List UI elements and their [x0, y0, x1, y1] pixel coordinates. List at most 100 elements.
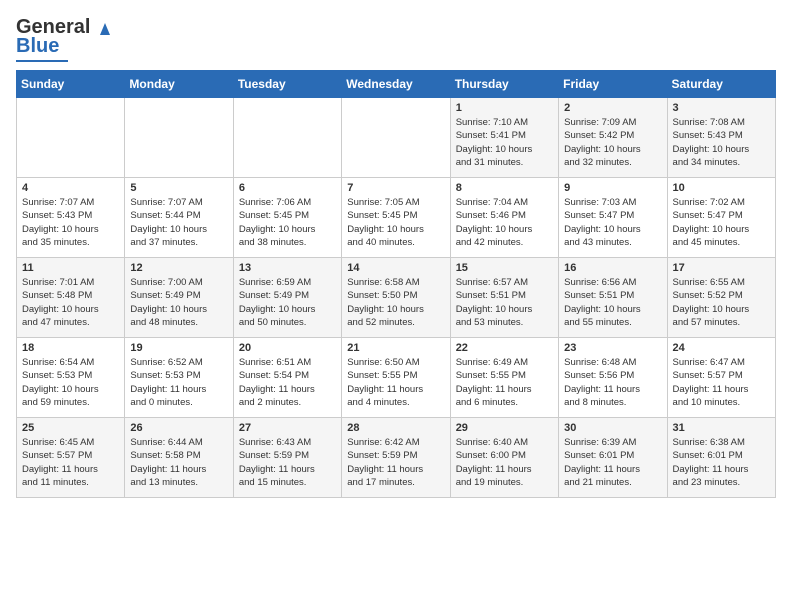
col-header-sunday: Sunday	[17, 71, 125, 98]
calendar-cell: 22Sunrise: 6:49 AM Sunset: 5:55 PM Dayli…	[450, 338, 558, 418]
day-info: Sunrise: 6:40 AM Sunset: 6:00 PM Dayligh…	[456, 436, 553, 489]
calendar-cell	[17, 98, 125, 178]
day-number: 4	[22, 182, 119, 194]
col-header-thursday: Thursday	[450, 71, 558, 98]
calendar-cell: 5 Sunrise: 7:07 AM Sunset: 5:44 PM Daylig…	[125, 178, 233, 258]
day-info: Sunrise: 6:54 AM Sunset: 5:53 PM Dayligh…	[22, 356, 119, 409]
day-number: 28	[347, 422, 444, 434]
day-info: Sunrise: 7:03 AM Sunset: 5:47 PM Dayligh…	[564, 196, 661, 249]
day-info: Sunrise: 6:45 AM Sunset: 5:57 PM Dayligh…	[22, 436, 119, 489]
day-number: 18	[22, 342, 119, 354]
day-number: 9	[564, 182, 661, 194]
calendar-cell: 16 Sunrise: 6:56 AM Sunset: 5:51 PM Dayli…	[559, 258, 667, 338]
day-info: Sunrise: 7:04 AM Sunset: 5:46 PM Dayligh…	[456, 196, 553, 249]
day-info: Sunrise: 6:56 AM Sunset: 5:51 PM Dayligh…	[564, 276, 661, 329]
day-info: Sunrise: 7:07 AM Sunset: 5:44 PM Dayligh…	[130, 196, 227, 249]
day-number: 11	[22, 262, 119, 274]
calendar-cell: 6 Sunrise: 7:06 AM Sunset: 5:45 PM Daylig…	[233, 178, 341, 258]
day-number: 17	[673, 262, 770, 274]
calendar-cell: 21 Sunrise: 6:50 AM Sunset: 5:55 PM Dayli…	[342, 338, 450, 418]
calendar-cell: 27 Sunrise: 6:43 AM Sunset: 5:59 PM Dayli…	[233, 418, 341, 498]
calendar-cell	[233, 98, 341, 178]
calendar-cell	[342, 98, 450, 178]
col-header-saturday: Saturday	[667, 71, 775, 98]
day-number: 12	[130, 262, 227, 274]
day-info: Sunrise: 7:01 AM Sunset: 5:48 PM Dayligh…	[22, 276, 119, 329]
logo-text-blue: Blue	[16, 35, 59, 58]
calendar-cell: 31 Sunrise: 6:38 AM Sunset: 6:01 PM Dayli…	[667, 418, 775, 498]
day-info: Sunrise: 7:05 AM Sunset: 5:45 PM Dayligh…	[347, 196, 444, 249]
calendar-cell: 11 Sunrise: 7:01 AM Sunset: 5:48 PM Dayli…	[17, 258, 125, 338]
calendar-cell: 1Sunrise: 7:10 AM Sunset: 5:41 PM Daylig…	[450, 98, 558, 178]
col-header-tuesday: Tuesday	[233, 71, 341, 98]
day-info: Sunrise: 6:59 AM Sunset: 5:49 PM Dayligh…	[239, 276, 336, 329]
day-info: Sunrise: 7:02 AM Sunset: 5:47 PM Dayligh…	[673, 196, 770, 249]
day-number: 29	[456, 422, 553, 434]
day-number: 25	[22, 422, 119, 434]
day-info: Sunrise: 6:42 AM Sunset: 5:59 PM Dayligh…	[347, 436, 444, 489]
day-number: 24	[673, 342, 770, 354]
day-number: 31	[673, 422, 770, 434]
calendar-cell: 4 Sunrise: 7:07 AM Sunset: 5:43 PM Daylig…	[17, 178, 125, 258]
day-number: 23	[564, 342, 661, 354]
day-number: 20	[239, 342, 336, 354]
calendar-cell: 15 Sunrise: 6:57 AM Sunset: 5:51 PM Dayli…	[450, 258, 558, 338]
day-info: Sunrise: 6:50 AM Sunset: 5:55 PM Dayligh…	[347, 356, 444, 409]
calendar-cell: 19 Sunrise: 6:52 AM Sunset: 5:53 PM Dayli…	[125, 338, 233, 418]
day-number: 27	[239, 422, 336, 434]
day-number: 14	[347, 262, 444, 274]
day-number: 10	[673, 182, 770, 194]
day-number: 16	[564, 262, 661, 274]
day-number: 2	[564, 102, 661, 114]
day-info: Sunrise: 6:47 AM Sunset: 5:57 PM Dayligh…	[673, 356, 770, 409]
day-info: Sunrise: 7:08 AM Sunset: 5:43 PM Dayligh…	[673, 116, 770, 169]
day-info: Sunrise: 6:38 AM Sunset: 6:01 PM Dayligh…	[673, 436, 770, 489]
day-info: Sunrise: 6:48 AM Sunset: 5:56 PM Dayligh…	[564, 356, 661, 409]
day-info: Sunrise: 6:44 AM Sunset: 5:58 PM Dayligh…	[130, 436, 227, 489]
day-info: Sunrise: 6:39 AM Sunset: 6:01 PM Dayligh…	[564, 436, 661, 489]
day-number: 3	[673, 102, 770, 114]
day-info: Sunrise: 7:06 AM Sunset: 5:45 PM Dayligh…	[239, 196, 336, 249]
col-header-wednesday: Wednesday	[342, 71, 450, 98]
calendar-cell: 23 Sunrise: 6:48 AM Sunset: 5:56 PM Dayli…	[559, 338, 667, 418]
calendar-cell: 29 Sunrise: 6:40 AM Sunset: 6:00 PM Dayli…	[450, 418, 558, 498]
day-number: 21	[347, 342, 444, 354]
day-number: 30	[564, 422, 661, 434]
calendar-cell: 13 Sunrise: 6:59 AM Sunset: 5:49 PM Dayli…	[233, 258, 341, 338]
day-info: Sunrise: 7:00 AM Sunset: 5:49 PM Dayligh…	[130, 276, 227, 329]
col-header-friday: Friday	[559, 71, 667, 98]
calendar-cell: 7 Sunrise: 7:05 AM Sunset: 5:45 PM Daylig…	[342, 178, 450, 258]
calendar-cell: 2 Sunrise: 7:09 AM Sunset: 5:42 PM Daylig…	[559, 98, 667, 178]
calendar-cell: 30 Sunrise: 6:39 AM Sunset: 6:01 PM Dayli…	[559, 418, 667, 498]
day-number: 19	[130, 342, 227, 354]
day-info: Sunrise: 7:10 AM Sunset: 5:41 PM Dayligh…	[456, 116, 553, 169]
day-number: 13	[239, 262, 336, 274]
day-info: Sunrise: 6:57 AM Sunset: 5:51 PM Dayligh…	[456, 276, 553, 329]
day-number: 7	[347, 182, 444, 194]
day-info: Sunrise: 7:07 AM Sunset: 5:43 PM Dayligh…	[22, 196, 119, 249]
day-info: Sunrise: 6:58 AM Sunset: 5:50 PM Dayligh…	[347, 276, 444, 329]
calendar-cell: 17Sunrise: 6:55 AM Sunset: 5:52 PM Dayli…	[667, 258, 775, 338]
day-number: 22	[456, 342, 553, 354]
calendar-cell: 3 Sunrise: 7:08 AM Sunset: 5:43 PM Daylig…	[667, 98, 775, 178]
calendar-cell: 10 Sunrise: 7:02 AM Sunset: 5:47 PM Dayli…	[667, 178, 775, 258]
col-header-monday: Monday	[125, 71, 233, 98]
day-info: Sunrise: 6:51 AM Sunset: 5:54 PM Dayligh…	[239, 356, 336, 409]
logo: General Blue	[16, 16, 116, 62]
calendar-cell: 25 Sunrise: 6:45 AM Sunset: 5:57 PM Dayli…	[17, 418, 125, 498]
day-number: 26	[130, 422, 227, 434]
day-info: Sunrise: 6:52 AM Sunset: 5:53 PM Dayligh…	[130, 356, 227, 409]
day-number: 15	[456, 262, 553, 274]
calendar-cell: 8 Sunrise: 7:04 AM Sunset: 5:46 PM Daylig…	[450, 178, 558, 258]
calendar-cell: 26 Sunrise: 6:44 AM Sunset: 5:58 PM Dayli…	[125, 418, 233, 498]
calendar-cell: 20 Sunrise: 6:51 AM Sunset: 5:54 PM Dayli…	[233, 338, 341, 418]
calendar-cell	[125, 98, 233, 178]
day-info: Sunrise: 6:43 AM Sunset: 5:59 PM Dayligh…	[239, 436, 336, 489]
day-number: 5	[130, 182, 227, 194]
calendar-cell: 12 Sunrise: 7:00 AM Sunset: 5:49 PM Dayli…	[125, 258, 233, 338]
day-info: Sunrise: 7:09 AM Sunset: 5:42 PM Dayligh…	[564, 116, 661, 169]
day-number: 8	[456, 182, 553, 194]
logo-triangle-icon	[94, 17, 116, 39]
page-header: General Blue	[16, 16, 776, 62]
day-number: 6	[239, 182, 336, 194]
